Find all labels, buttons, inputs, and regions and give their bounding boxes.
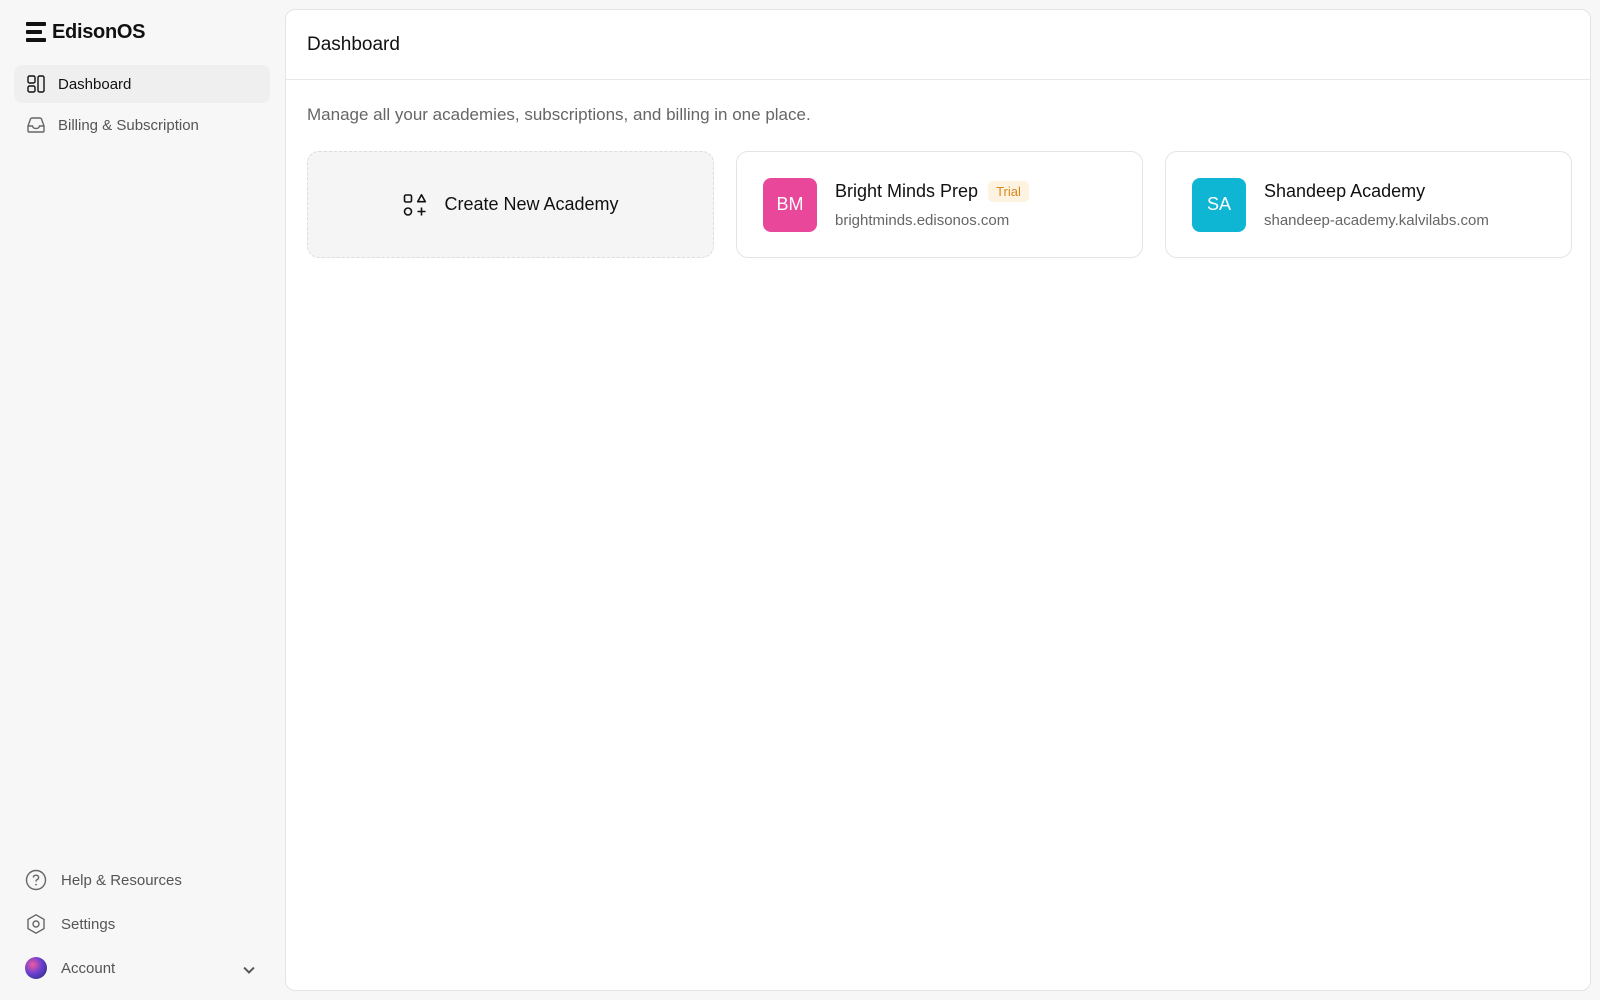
settings-label: Settings [61, 915, 116, 933]
academy-card[interactable]: SA Shandeep Academy shandeep-academy.kal… [1165, 151, 1572, 258]
academy-cards: Create New Academy BM Bright Minds Prep … [307, 151, 1572, 258]
academy-domain: shandeep-academy.kalvilabs.com [1264, 211, 1489, 229]
create-academy-button[interactable]: Create New Academy [307, 151, 714, 258]
dashboard-icon [27, 75, 45, 93]
sidebar-item-dashboard[interactable]: Dashboard [14, 65, 270, 103]
page-subtitle: Manage all your academies, subscriptions… [307, 105, 811, 124]
app-logo[interactable]: EdisonOS [26, 20, 145, 44]
academy-initials-badge: SA [1192, 177, 1246, 232]
inbox-icon [27, 117, 45, 133]
sidebar-item-label: Billing & Subscription [58, 116, 199, 134]
trial-badge: Trial [988, 180, 1029, 202]
main-panel: Dashboard Manage all your academies, sub… [285, 9, 1591, 991]
sidebar-item-label: Dashboard [58, 75, 132, 93]
account-menu[interactable]: Account [14, 949, 270, 987]
main-header: Dashboard [286, 10, 1590, 80]
avatar [25, 957, 47, 979]
logo-mark-icon [26, 22, 46, 42]
help-resources-item[interactable]: Help & Resources [14, 861, 270, 899]
chevron-down-icon [243, 966, 255, 974]
create-academy-label: Create New Academy [444, 194, 619, 214]
page-title: Dashboard [307, 33, 400, 55]
academy-domain: brightminds.edisonos.com [835, 211, 1010, 229]
settings-hexagon-icon [27, 913, 45, 935]
sidebar: EdisonOS Dashboard Billing & Subscriptio… [0, 0, 284, 1000]
settings-item[interactable]: Settings [14, 905, 270, 943]
sidebar-item-billing[interactable]: Billing & Subscription [14, 106, 270, 144]
help-label: Help & Resources [61, 871, 182, 889]
account-label: Account [61, 959, 116, 977]
academy-initials-badge: BM [763, 177, 817, 232]
academy-name: Bright Minds Prep [835, 180, 979, 201]
help-icon [25, 869, 47, 891]
app-name: EdisonOS [52, 20, 146, 43]
academy-card[interactable]: BM Bright Minds Prep Trial brightminds.e… [736, 151, 1143, 258]
shapes-plus-icon [404, 193, 427, 216]
academy-name: Shandeep Academy [1264, 180, 1426, 201]
